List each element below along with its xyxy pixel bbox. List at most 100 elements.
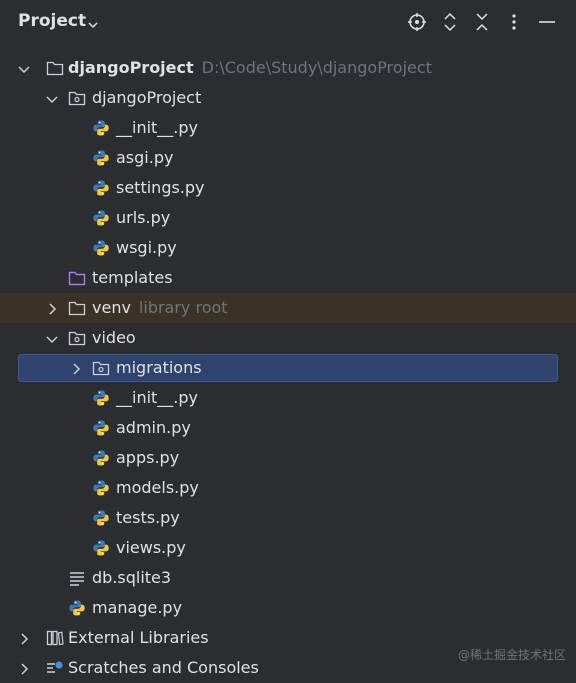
tree-item-label: admin.py (116, 417, 191, 439)
tree-item-name: Scratches and Consoles (68, 658, 259, 677)
locate-icon[interactable] (406, 11, 428, 33)
tree-row[interactable]: manage.py (0, 593, 576, 623)
tree-row[interactable]: __init__.py (0, 383, 576, 413)
tree-item-label: Scratches and Consoles (68, 657, 259, 679)
tree-item-label: djangoProject (92, 87, 201, 109)
expand-all-icon[interactable] (439, 11, 461, 33)
tree-item-label: templates (92, 267, 173, 289)
chevron-right-icon[interactable] (69, 361, 83, 375)
chevron-down-icon[interactable] (17, 61, 31, 75)
tree-row[interactable]: tests.py (0, 503, 576, 533)
tree-row[interactable]: wsgi.py (0, 233, 576, 263)
tree-item-label: __init__.py (116, 387, 198, 409)
tree-item-label: video (92, 327, 136, 349)
tree-row[interactable]: apps.py (0, 443, 576, 473)
tree-item-name: wsgi.py (116, 238, 177, 257)
tree-item-label: asgi.py (116, 147, 173, 169)
hide-icon[interactable] (536, 11, 558, 33)
tree-row[interactable]: db.sqlite3 (0, 563, 576, 593)
text-file-icon (68, 569, 86, 587)
tree-item-label: __init__.py (116, 117, 198, 139)
python-file-icon (92, 149, 110, 167)
python-file-icon (92, 479, 110, 497)
tree-item-name: venv (92, 298, 131, 317)
package-folder-icon (68, 329, 86, 347)
package-folder-icon (92, 359, 110, 377)
tree-item-label: views.py (116, 537, 186, 559)
folder-icon (46, 59, 64, 77)
chevron-down-icon[interactable] (45, 91, 59, 105)
more-options-icon[interactable] (503, 11, 525, 33)
chevron-right-icon[interactable] (17, 661, 31, 675)
project-header: Project (0, 0, 576, 44)
tree-row[interactable]: settings.py (0, 173, 576, 203)
tree-item-name: tests.py (116, 508, 180, 527)
tree-item-label: External Libraries (68, 627, 209, 649)
tree-item-name: djangoProject (68, 58, 194, 77)
python-file-icon (92, 209, 110, 227)
tree-item-name: __init__.py (116, 388, 199, 407)
tree-item-label: db.sqlite3 (92, 567, 171, 589)
tree-item-hint: library root (138, 298, 228, 317)
tree-item-label: migrations (116, 357, 202, 379)
scratches-icon (46, 659, 64, 677)
tree-item-name: External Libraries (68, 628, 209, 647)
tree-item-label: djangoProject D:\Code\Study\djangoProject (68, 57, 432, 79)
tree-item-name: migrations (116, 358, 202, 377)
libraries-icon (46, 629, 64, 647)
tree-item-name: models.py (116, 478, 199, 497)
tree-item-name: djangoProject (92, 88, 202, 107)
python-file-icon (92, 119, 110, 137)
tree-item-name: urls.py (116, 208, 171, 227)
tree-row[interactable]: asgi.py (0, 143, 576, 173)
tree-row[interactable]: djangoProject D:\Code\Study\djangoProject (0, 53, 576, 83)
python-file-icon (92, 389, 110, 407)
python-file-icon (92, 239, 110, 257)
tree-item-label: urls.py (116, 207, 170, 229)
package-folder-icon (68, 89, 86, 107)
python-file-icon (92, 179, 110, 197)
tree-row[interactable]: models.py (0, 473, 576, 503)
tree-item-label: wsgi.py (116, 237, 177, 259)
tree-row[interactable]: djangoProject (0, 83, 576, 113)
chevron-right-icon[interactable] (17, 631, 31, 645)
tree-item-label: apps.py (116, 447, 179, 469)
tree-row[interactable]: urls.py (0, 203, 576, 233)
tree-row[interactable]: migrations (0, 353, 576, 383)
tree-row[interactable]: admin.py (0, 413, 576, 443)
project-title[interactable]: Project (18, 11, 86, 31)
tree-row[interactable]: venv library root (0, 293, 576, 323)
tree-item-name: views.py (116, 538, 186, 557)
tree-row[interactable]: views.py (0, 533, 576, 563)
tree-item-name: db.sqlite3 (92, 568, 172, 587)
tree-item-name: admin.py (116, 418, 191, 437)
chevron-down-icon[interactable] (45, 331, 59, 345)
tree-item-name: templates (92, 268, 173, 287)
python-file-icon (92, 539, 110, 557)
tree-item-name: __init__.py (116, 118, 199, 137)
chevron-down-icon[interactable] (87, 16, 99, 35)
python-file-icon (68, 599, 86, 617)
tree-item-label: settings.py (116, 177, 205, 199)
tree-item-label: manage.py (92, 597, 182, 619)
tree-item-name: settings.py (116, 178, 205, 197)
tree-item-name: apps.py (116, 448, 180, 467)
tree-row[interactable]: video (0, 323, 576, 353)
tree-item-label: venv library root (92, 297, 228, 319)
tree-item-hint: D:\Code\Study\djangoProject (201, 58, 432, 77)
tree-item-name: manage.py (92, 598, 183, 617)
python-file-icon (92, 449, 110, 467)
tree-item-name: video (92, 328, 136, 347)
tree-item-label: models.py (116, 477, 199, 499)
python-file-icon (92, 419, 110, 437)
tree-row[interactable]: templates (0, 263, 576, 293)
folder-icon (68, 299, 86, 317)
watermark: @稀土掘金技术社区 (457, 648, 566, 662)
template-folder-icon (68, 269, 86, 287)
chevron-right-icon[interactable] (45, 301, 59, 315)
collapse-all-icon[interactable] (471, 11, 493, 33)
tree-item-name: asgi.py (116, 148, 174, 167)
tree-item-label: tests.py (116, 507, 180, 529)
tree-row[interactable]: __init__.py (0, 113, 576, 143)
python-file-icon (92, 509, 110, 527)
